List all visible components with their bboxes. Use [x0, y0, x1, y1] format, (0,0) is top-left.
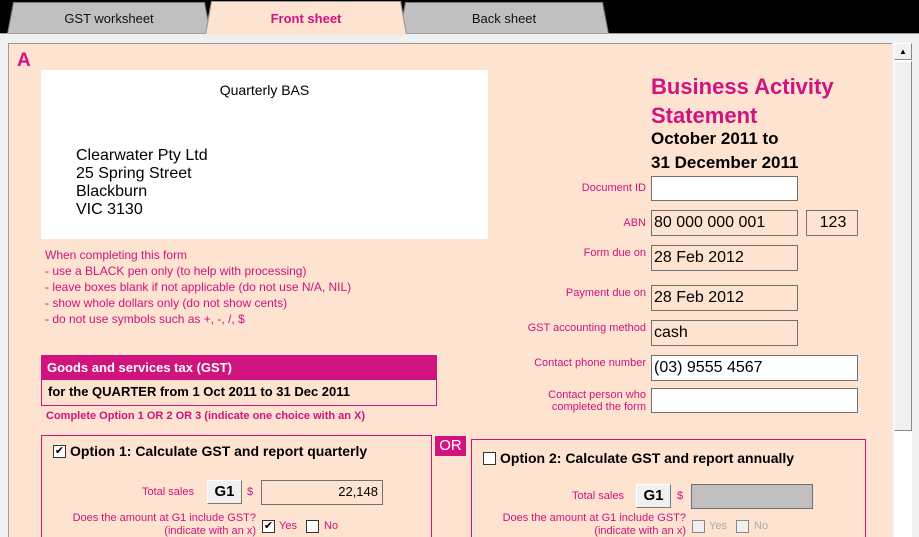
- tab-label: Front sheet: [270, 11, 342, 26]
- statement-title-line: Statement: [651, 103, 758, 128]
- form-due-label: Form due on: [583, 247, 646, 259]
- scroll-up-button[interactable]: ▲: [894, 43, 912, 60]
- statement-title-line: Business Activity: [651, 74, 834, 99]
- instruction-line: - show whole dollars only (do not show c…: [45, 296, 288, 310]
- vertical-scrollbar[interactable]: ▲: [894, 43, 912, 537]
- option-1-yes-checkbox[interactable]: ✔: [262, 520, 275, 533]
- front-sheet-page: A Quarterly BAS Clearwater Pty Ltd 25 Sp…: [8, 43, 892, 537]
- option-1-total-sales-field[interactable]: 22,148: [261, 480, 383, 505]
- accounting-method-field[interactable]: cash: [651, 320, 798, 346]
- section-letter: A: [17, 50, 31, 71]
- total-sales-label: Total sales: [142, 486, 194, 498]
- instruction-line: - use a BLACK pen only (to help with pro…: [45, 264, 307, 278]
- statement-period-line: October 2011 to: [651, 129, 779, 148]
- contact-phone-label: Contact phone number: [534, 357, 646, 369]
- gst-quarter: for the QUARTER from 1 Oct 2011 to 31 De…: [41, 380, 437, 406]
- address-title: Quarterly BAS: [219, 82, 310, 98]
- abn-label: ABN: [623, 217, 646, 229]
- address-line: VIC 3130: [76, 201, 143, 218]
- include-gst-question-line: Does the amount at G1 include GST?: [72, 512, 256, 524]
- address-line: 25 Spring Street: [76, 165, 192, 182]
- currency-symbol: $: [677, 490, 684, 502]
- arrow-up-icon: ▲: [899, 47, 907, 56]
- tab-front-sheet[interactable]: Front sheet: [206, 2, 406, 35]
- include-gst-question: Does the amount at G1 include GST? (indi…: [472, 512, 686, 537]
- contact-person-label: Contact person who completed the form: [489, 389, 646, 413]
- g1-button[interactable]: G1: [207, 480, 242, 504]
- instruction-line: - do not use symbols such as +, -, /, $: [45, 312, 245, 326]
- contact-person-label-line: Contact person who: [548, 389, 646, 401]
- payment-due-field[interactable]: 28 Feb 2012: [651, 285, 798, 311]
- yes-label: Yes: [279, 520, 297, 532]
- document-id-field[interactable]: [651, 176, 798, 201]
- gst-header: Goods and services tax (GST): [41, 355, 437, 380]
- abn-branch-field[interactable]: 123: [806, 210, 858, 236]
- option-2-checkbox[interactable]: [483, 452, 496, 465]
- currency-symbol: $: [247, 486, 254, 498]
- option-2-yes-checkbox[interactable]: [692, 520, 705, 533]
- statement-title: Business Activity Statement: [651, 72, 834, 130]
- payment-due-label: Payment due on: [565, 287, 646, 299]
- frame-edge: [912, 43, 919, 537]
- yes-label: Yes: [709, 520, 727, 532]
- instructions: When completing this form - use a BLACK …: [45, 247, 351, 327]
- g1-button[interactable]: G1: [636, 484, 671, 508]
- total-sales-label: Total sales: [572, 490, 624, 502]
- option-2-total-sales-field[interactable]: [691, 484, 813, 509]
- complete-options-note: Complete Option 1 OR 2 OR 3 (indicate on…: [46, 410, 366, 422]
- option-1-no-checkbox[interactable]: [306, 520, 319, 533]
- include-gst-question-line: (indicate with an x): [164, 525, 256, 537]
- abn-field[interactable]: 80 000 000 001: [651, 210, 798, 236]
- option-1-box: ✔ Option 1: Calculate GST and report qua…: [41, 435, 432, 537]
- statement-period: October 2011 to 31 December 2011: [651, 127, 798, 175]
- tab-gst-worksheet[interactable]: GST worksheet: [8, 3, 210, 34]
- include-gst-question: Does the amount at G1 include GST? (indi…: [42, 512, 256, 537]
- tab-label: GST worksheet: [64, 11, 154, 26]
- statement-period-line: 31 December 2011: [651, 153, 799, 172]
- address-box: Quarterly BAS Clearwater Pty Ltd 25 Spri…: [41, 70, 488, 239]
- tab-label: Back sheet: [471, 11, 537, 26]
- include-gst-question-line: Does the amount at G1 include GST?: [502, 512, 686, 524]
- contact-person-field[interactable]: [651, 388, 858, 413]
- contact-person-label-line: completed the form: [551, 401, 646, 413]
- accounting-method-label: GST accounting method: [527, 322, 646, 334]
- option-2-box: Option 2: Calculate GST and report annua…: [471, 439, 866, 537]
- tab-back-sheet[interactable]: Back sheet: [400, 3, 608, 34]
- instruction-line: - leave boxes blank if not applicable (d…: [45, 280, 352, 294]
- document-id-label: Document ID: [581, 182, 646, 194]
- instruction-line: When completing this form: [45, 248, 188, 262]
- no-label: No: [324, 520, 339, 532]
- no-label: No: [754, 520, 769, 532]
- option-2-title: Option 2: Calculate GST and report annua…: [500, 450, 795, 466]
- include-gst-question-line: (indicate with an x): [594, 525, 686, 537]
- contact-phone-field[interactable]: (03) 9555 4567: [651, 355, 858, 381]
- or-badge: OR: [435, 436, 466, 456]
- address-line: Clearwater Pty Ltd: [76, 147, 208, 164]
- scrollbar-thumb[interactable]: [894, 61, 912, 431]
- option-1-title: Option 1: Calculate GST and report quart…: [70, 443, 368, 459]
- address-line: Blackburn: [76, 183, 148, 200]
- option-2-no-checkbox[interactable]: [736, 520, 749, 533]
- form-due-field[interactable]: 28 Feb 2012: [651, 245, 798, 271]
- address-lines: Clearwater Pty Ltd 25 Spring Street Blac…: [76, 147, 208, 219]
- option-1-checkbox[interactable]: ✔: [53, 445, 66, 458]
